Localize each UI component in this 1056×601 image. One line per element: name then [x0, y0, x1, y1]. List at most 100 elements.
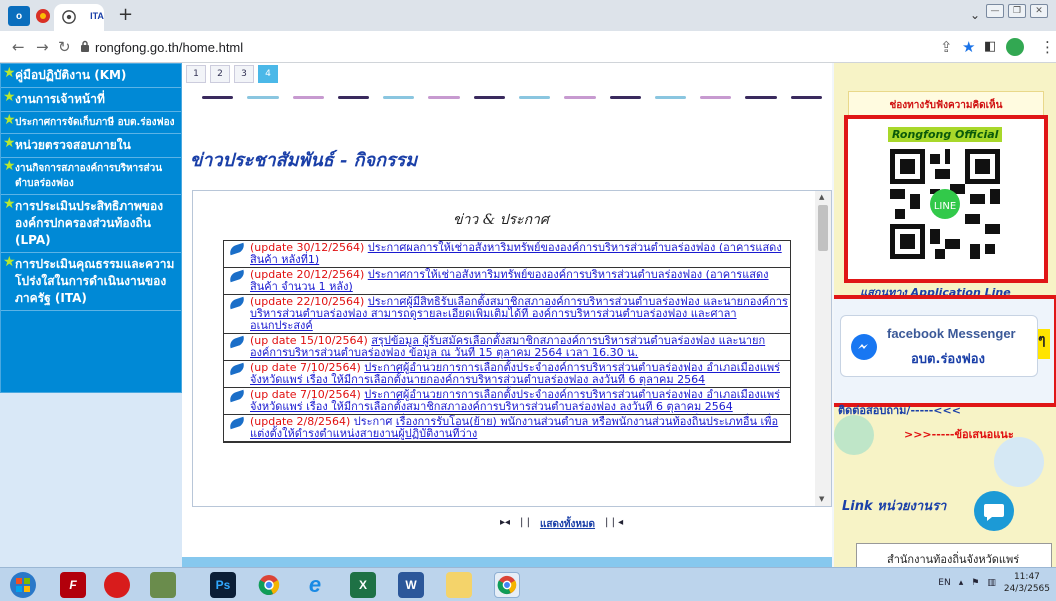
pager-page-4[interactable]: 4: [258, 65, 278, 83]
svg-text:LINE: LINE: [934, 201, 956, 212]
profile-avatar[interactable]: [1006, 38, 1024, 56]
suggestion-link[interactable]: >>>-----ข้อเสนอแนะ: [904, 425, 1014, 443]
web-page: ★ คู่มือปฏิบัติงาน (KM) ★ งานการเจ้าหน้าที…: [0, 63, 1056, 567]
close-icon[interactable]: ✕: [1030, 4, 1048, 18]
qr-title: Rongfong Official: [888, 127, 1003, 142]
language-indicator[interactable]: EN: [938, 578, 950, 588]
section-title: ข่าวประชาสัมพันธ์ - กิจกรรม: [190, 150, 418, 171]
pencil-bullet-icon: [228, 362, 246, 376]
chat-bubble-button[interactable]: [974, 491, 1014, 531]
nav-item-km[interactable]: ★ คู่มือปฏิบัติงาน (KM): [1, 64, 181, 88]
facebook-brand: facebook Messenger: [887, 326, 1016, 341]
pencil-bullet-icon: [228, 296, 246, 310]
news-item[interactable]: (up date 15/10/2564) สรุปข้อมูล ผู้รับสม…: [224, 334, 790, 361]
internet-explorer-icon[interactable]: e: [302, 572, 328, 598]
prev-icon[interactable]: ▸◂: [500, 517, 510, 532]
pencil-bullet-icon: [228, 242, 246, 256]
system-tray: EN ▴ ⚑ ▥ 11:47 24/3/2565: [938, 571, 1050, 595]
pencil-bullet-icon: [228, 335, 246, 349]
facebook-messenger-card[interactable]: facebook Messenger อบต.ร่องฟอง: [840, 315, 1038, 377]
nav-label: หน่วยตรวจสอบภายใน: [15, 138, 131, 152]
local-office-label: สำนักงานท้องถิ่นจังหวัดแพร่: [887, 553, 1020, 566]
scroll-thumb[interactable]: [818, 205, 828, 251]
chrome-icon[interactable]: [256, 572, 282, 598]
news-panel: ข่าว & ประกาศ (update 30/12/2564) ประกาศ…: [192, 190, 832, 507]
ita-icon[interactable]: ITA: [86, 6, 108, 26]
nav-item-lpa[interactable]: ★ การประเมินประสิทธิภาพขององค์กรปกครองส่ว…: [1, 195, 181, 253]
nav-item-personnel[interactable]: ★ งานการเจ้าหน้าที่: [1, 88, 181, 112]
browser-tab-bar: o ITA + ⌄ — ❐ ✕: [0, 0, 1056, 31]
decorative-bubble: [994, 437, 1044, 487]
filezilla-icon[interactable]: F: [60, 572, 86, 598]
decorative-bubble: [834, 415, 874, 455]
nav-item-audit[interactable]: ★ หน่วยตรวจสอบภายใน: [1, 134, 181, 158]
file-explorer-icon[interactable]: [446, 572, 472, 598]
next-icon[interactable]: | | ◂: [605, 517, 623, 532]
news-scrollbar[interactable]: ▲ ▼: [815, 191, 831, 506]
nav-item-tax[interactable]: ★ ประกาศการจัดเก็บภาษี อบต.ร่องฟอง: [1, 112, 181, 134]
news-item[interactable]: (up date 7/10/2564) ประกาศผู้อำนวยการการ…: [224, 388, 790, 415]
forward-icon[interactable]: →: [36, 38, 49, 56]
photoshop-icon[interactable]: Ps: [210, 572, 236, 598]
taskbar: F Ps e X W EN ▴ ⚑ ▥ 11:47 24/3/2565: [0, 567, 1056, 601]
start-orb-icon[interactable]: [10, 572, 36, 598]
main-content: 1 2 3 4 ข่าวประชาสัมพันธ์ - กิจกรรม ข่าว…: [182, 63, 832, 567]
maximize-icon[interactable]: ❐: [1008, 4, 1026, 18]
news-item[interactable]: (up date 7/10/2564) ประกาศผู้อำนวยการการ…: [224, 361, 790, 388]
decorative-divider: [202, 96, 822, 102]
star-icon: ★: [3, 65, 16, 81]
nav-label: งานการเจ้าหน้าที่: [15, 92, 105, 106]
news-item[interactable]: (update 30/12/2564) ประกาศผลการให้เช่าอส…: [224, 241, 790, 268]
scroll-down-icon[interactable]: ▼: [819, 495, 824, 503]
pencil-bullet-icon: [228, 416, 246, 430]
pager-page-1[interactable]: 1: [186, 65, 206, 83]
excel-icon[interactable]: X: [350, 572, 376, 598]
nav-item-council[interactable]: ★ งานกิจการสภาองค์การบริหารส่วนตำบลร่องฟอ…: [1, 158, 181, 195]
share-icon[interactable]: ⇪: [940, 38, 953, 56]
record-icon[interactable]: [32, 6, 54, 26]
left-nav-menu: ★ คู่มือปฏิบัติงาน (KM) ★ งานการเจ้าหน้าที…: [0, 63, 182, 393]
game-icon[interactable]: [150, 572, 176, 598]
word-icon[interactable]: W: [398, 572, 424, 598]
show-all-link[interactable]: แสดงทั้งหมด: [540, 517, 595, 532]
tray-arrow-icon[interactable]: ▴: [959, 578, 964, 588]
qr-code-icon[interactable]: LINE: [890, 149, 1000, 259]
menu-kebab-icon[interactable]: ⋮: [1040, 38, 1055, 56]
news-item[interactable]: (update 2/8/2564) ประกาศ เรื่องการรับโอน…: [224, 415, 790, 442]
flag-icon[interactable]: ⚑: [971, 578, 979, 588]
facebook-messenger-box[interactable]: facebook Messenger อบต.ร่องฟอง ๆ: [834, 295, 1056, 407]
url-field[interactable]: rongfong.go.th/home.html: [95, 40, 243, 55]
scroll-up-icon[interactable]: ▲: [819, 193, 824, 201]
pencil-bullet-icon: [228, 389, 246, 403]
pager-page-2[interactable]: 2: [210, 65, 230, 83]
chrome-icon: [58, 7, 80, 27]
nav-label: คู่มือปฏิบัติงาน (KM): [15, 68, 127, 82]
tab-label-ita: ITA: [90, 11, 104, 21]
recorder-icon[interactable]: [104, 572, 130, 598]
nav-item-ita[interactable]: ★ การประเมินคุณธรรมและความโปร่งใสในการดำเ…: [1, 253, 181, 311]
bookmark-star-icon[interactable]: ★: [962, 38, 975, 56]
news-item[interactable]: (update 22/10/2564) ประกาศผู้มีสิทธิรับเ…: [224, 295, 790, 334]
minimize-icon[interactable]: —: [986, 4, 1004, 18]
network-icon[interactable]: ▥: [987, 578, 996, 588]
outlook-icon[interactable]: o: [8, 6, 30, 26]
tab-search-chevron-icon[interactable]: ⌄: [970, 8, 980, 22]
clock[interactable]: 11:47 24/3/2565: [1004, 571, 1050, 595]
contact-link[interactable]: ติดต่อสอบถาม/-----<<<: [838, 401, 961, 419]
star-icon: ★: [3, 158, 16, 174]
back-icon[interactable]: ←: [12, 38, 25, 56]
chat-icon: [984, 504, 1004, 521]
divider-icon: | |: [520, 517, 530, 528]
side-panel-icon[interactable]: ◧: [984, 39, 996, 54]
chrome-icon[interactable]: [494, 572, 520, 598]
line-qr-box[interactable]: Rongfong Official LINE: [844, 115, 1048, 283]
news-item[interactable]: (update 20/12/2564) ประกาศการให้เช่าอสัง…: [224, 268, 790, 295]
pager-page-3[interactable]: 3: [234, 65, 254, 83]
nav-label: งานกิจการสภาองค์การบริหารส่วนตำบลร่องฟอง: [15, 163, 163, 189]
new-tab-button[interactable]: +: [118, 4, 133, 25]
local-office-link[interactable]: สำนักงานท้องถิ่นจังหวัดแพร่: [856, 543, 1052, 567]
lock-icon[interactable]: [80, 40, 90, 52]
star-icon: ★: [3, 254, 16, 270]
pencil-bullet-icon: [228, 269, 246, 283]
reload-icon[interactable]: ↻: [58, 38, 71, 56]
